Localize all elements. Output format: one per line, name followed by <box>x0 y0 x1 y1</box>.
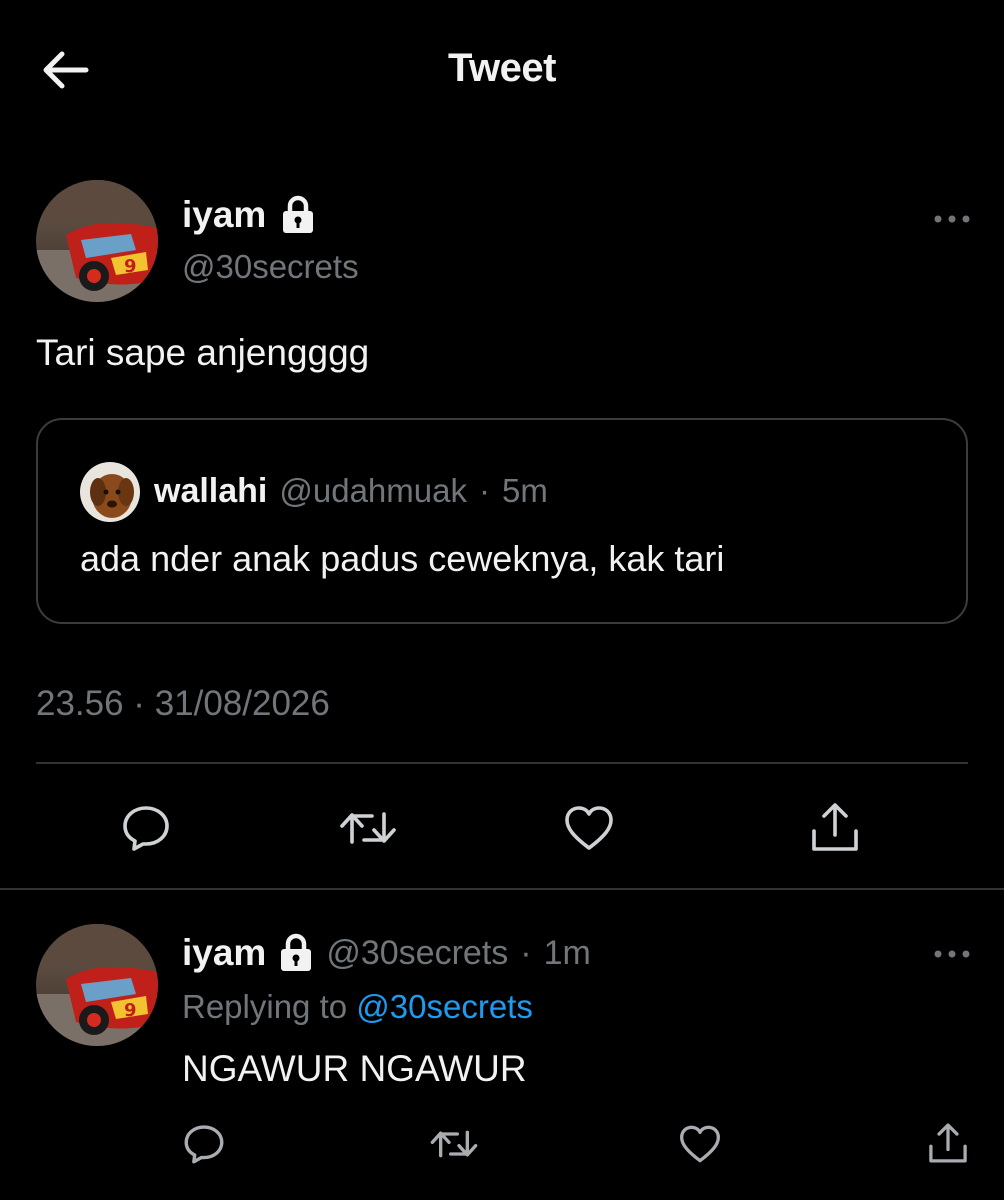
heart-icon <box>680 1125 720 1163</box>
reply-retweet-button[interactable] <box>424 1116 484 1172</box>
page-title: Tweet <box>448 46 556 90</box>
divider <box>36 762 968 764</box>
more-horizontal-icon <box>934 215 970 223</box>
quoted-tweet-card[interactable]: wallahi @udahmuak · 5m ada nder anak pad… <box>36 418 968 624</box>
reply-share-button[interactable] <box>920 1114 976 1172</box>
separator-dot: · <box>520 933 532 972</box>
quoted-author-avatar <box>80 462 140 522</box>
heart-icon <box>565 806 613 850</box>
share-button[interactable] <box>800 794 870 860</box>
reply-author-handle[interactable]: @30secrets <box>326 934 508 973</box>
reply-reply-button[interactable] <box>178 1116 230 1172</box>
reply-like-button[interactable] <box>674 1116 726 1172</box>
lock-icon <box>278 933 314 973</box>
tweet-timestamp[interactable]: 23.56 · 31/08/2026 <box>36 684 330 724</box>
author-name[interactable]: iyam <box>182 194 266 236</box>
svg-text:9: 9 <box>124 256 137 277</box>
quoted-author-handle: @udahmuak <box>279 472 467 509</box>
retweet-icon <box>430 1130 478 1158</box>
replying-to-label: Replying to <box>182 988 348 1025</box>
top-bar: Tweet <box>0 0 1004 140</box>
reply-time[interactable]: 1m <box>544 934 591 973</box>
retweet-icon <box>340 812 396 844</box>
reply-author-name[interactable]: iyam <box>182 932 266 974</box>
divider <box>0 888 1004 890</box>
retweet-button[interactable] <box>332 796 404 860</box>
author-name-row: iyam <box>182 194 316 236</box>
quoted-tweet-header: wallahi @udahmuak · 5m <box>154 472 548 511</box>
quoted-tweet-time: 5m <box>501 472 548 509</box>
like-button[interactable] <box>556 796 622 860</box>
replying-to-handle-link[interactable]: @30secrets <box>356 988 533 1025</box>
more-options-button[interactable] <box>927 204 977 234</box>
comment-icon <box>123 806 169 851</box>
svg-text:9: 9 <box>124 1000 137 1021</box>
share-icon <box>812 803 858 851</box>
replying-to-line: Replying to @30secrets <box>182 988 533 1026</box>
separator-dot: · <box>478 472 490 509</box>
tweet-text: Tari sape anjengggg <box>36 332 370 373</box>
reply-more-options-button[interactable] <box>927 939 977 969</box>
more-horizontal-icon <box>934 950 970 958</box>
author-handle[interactable]: @30secrets <box>182 248 359 286</box>
reply-text: NGAWUR NGAWUR <box>182 1048 527 1089</box>
author-avatar[interactable]: 9 <box>36 180 158 302</box>
share-icon <box>929 1123 967 1163</box>
quoted-author-name: wallahi <box>154 472 268 510</box>
quoted-tweet-text: ada nder anak padus ceweknya, kak tari <box>80 538 725 579</box>
reply-button[interactable] <box>112 796 180 860</box>
lock-icon <box>280 195 316 235</box>
reply-author-avatar[interactable]: 9 <box>36 924 158 1046</box>
comment-icon <box>184 1125 224 1164</box>
reply-header: iyam @30secrets · 1m <box>182 932 591 974</box>
